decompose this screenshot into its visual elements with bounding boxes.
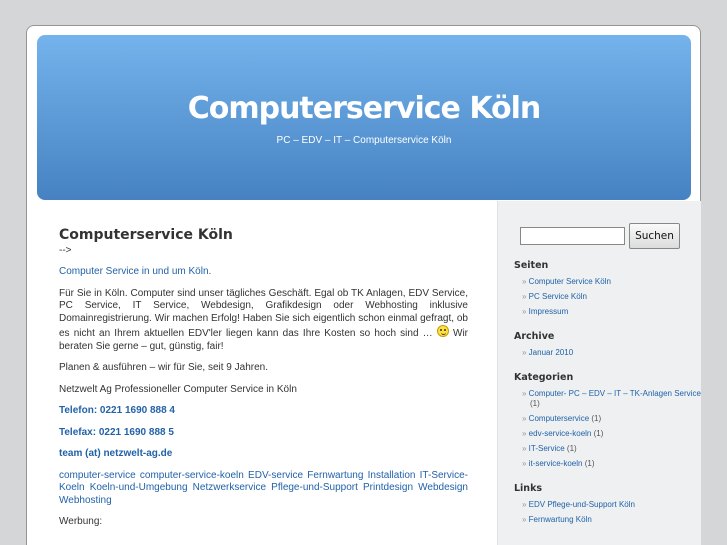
- sidebar: Suchen Seiten» Computer Service Köln» PC…: [497, 201, 701, 545]
- widget-list: » Januar 2010: [514, 348, 701, 358]
- widget-list-item: » PC Service Köln: [522, 292, 701, 302]
- widget-title: Links: [514, 483, 543, 494]
- widget-list: » EDV Pflege-und-Support Köln» Fernwartu…: [514, 500, 701, 525]
- bullet-icon: »: [522, 348, 529, 357]
- site-header: Computerservice Köln PC – EDV – IT – Com…: [37, 35, 691, 200]
- item-count: (1): [584, 459, 595, 468]
- post-title[interactable]: Computerservice Köln: [59, 228, 468, 241]
- widget-list: » Computer- PC – EDV – IT – TK-Anlagen S…: [514, 389, 701, 469]
- item-count: (1): [591, 414, 602, 423]
- intro-link[interactable]: Computer Service in und um Köln.: [59, 266, 211, 277]
- widget-list-item: » Computerservice (1): [522, 414, 701, 424]
- site-description: PC – EDV – IT – Computerservice Köln: [276, 135, 452, 146]
- smiley-icon: [436, 325, 449, 337]
- widget-list: » Computer Service Köln» PC Service Köln…: [514, 277, 701, 317]
- item-count: (1): [530, 399, 540, 408]
- widget-seiten: Seiten» Computer Service Köln» PC Servic…: [514, 260, 701, 317]
- werbung-label: Werbung:: [59, 516, 103, 527]
- widget-list-item: » Computer- PC – EDV – IT – TK-Anlagen S…: [522, 389, 701, 409]
- paragraph-planning: Planen & ausführen – wir für Sie, seit 9…: [59, 362, 269, 373]
- bullet-icon: »: [522, 500, 529, 509]
- widget-link[interactable]: Computer Service Köln: [529, 277, 611, 286]
- bullet-icon: »: [522, 277, 529, 286]
- widget-list-item: » Computer Service Köln: [522, 277, 701, 287]
- bullet-icon: »: [522, 515, 529, 524]
- site-title[interactable]: Computerservice Köln: [37, 91, 691, 126]
- bullet-icon: »: [522, 429, 529, 438]
- search-form: Suchen: [520, 223, 701, 249]
- widget-title: Kategorien: [514, 372, 574, 383]
- paragraph-intro-text: Für Sie in Köln. Computer sind unser täg…: [59, 287, 468, 340]
- search-button[interactable]: Suchen: [629, 223, 680, 249]
- widget-list-item: » Impressum: [522, 307, 701, 317]
- bullet-icon: »: [522, 414, 529, 423]
- bullet-icon: »: [522, 307, 529, 316]
- bullet-icon: »: [522, 459, 529, 468]
- widget-link[interactable]: Fernwartung Köln: [529, 515, 592, 524]
- widget-title: Seiten: [514, 260, 549, 271]
- email-address[interactable]: team (at) netzwelt-ag.de: [59, 448, 172, 459]
- widget-link[interactable]: IT-Service: [529, 444, 565, 453]
- item-count: (1): [593, 429, 604, 438]
- arrow-text: -->: [59, 244, 72, 256]
- widget-kategorien: Kategorien » Computer- PC – EDV – IT – TK…: [514, 372, 701, 469]
- paragraph-company: Netzwelt Ag Professioneller Computer Ser…: [59, 383, 297, 395]
- widget-list-item: » edv-service-koeln (1): [522, 429, 701, 439]
- widget-links: Links» EDV Pflege-und-Support Köln» Fern…: [514, 483, 701, 525]
- widget-list-item: » IT-Service (1): [522, 444, 701, 454]
- item-count: (1): [566, 444, 577, 453]
- widget-link[interactable]: edv-service-koeln: [529, 429, 592, 438]
- bullet-icon: »: [522, 444, 529, 453]
- search-input[interactable]: [520, 227, 625, 245]
- paragraph-intro: Für Sie in Köln. Computer sind unser täg…: [59, 288, 468, 354]
- sidebar-widgets: Seiten» Computer Service Köln» PC Servic…: [514, 260, 701, 525]
- tag-links[interactable]: computer-service computer-service-koeln …: [59, 470, 468, 506]
- widget-archive: Archive » Januar 2010: [514, 331, 701, 358]
- widget-list-item: » Januar 2010: [522, 348, 701, 358]
- bullet-icon: »: [522, 292, 529, 301]
- page-container: Computerservice Köln PC – EDV – IT – Com…: [26, 25, 701, 545]
- widget-link[interactable]: Computerservice: [529, 414, 589, 423]
- fax-number[interactable]: Telefax: 0221 1690 888 5: [59, 427, 174, 438]
- widget-list-item: » Fernwartung Köln: [522, 515, 701, 525]
- widget-title: Archive: [514, 331, 555, 342]
- widget-link[interactable]: Januar 2010: [529, 348, 573, 357]
- widget-link[interactable]: EDV Pflege-und-Support Köln: [529, 500, 635, 509]
- widget-list-item: » EDV Pflege-und-Support Köln: [522, 500, 701, 510]
- phone-number[interactable]: Telefon: 0221 1690 888 4: [59, 405, 175, 416]
- bullet-icon: »: [522, 389, 529, 398]
- widget-link[interactable]: Computer- PC – EDV – IT – TK-Anlagen Ser…: [529, 389, 701, 398]
- widget-list-item: » it-service-koeln (1): [522, 459, 701, 469]
- main-content: Computerservice Köln --> Computer Servic…: [59, 228, 468, 538]
- widget-link[interactable]: it-service-koeln: [529, 459, 583, 468]
- widget-link[interactable]: PC Service Köln: [529, 292, 587, 301]
- widget-link[interactable]: Impressum: [529, 307, 569, 316]
